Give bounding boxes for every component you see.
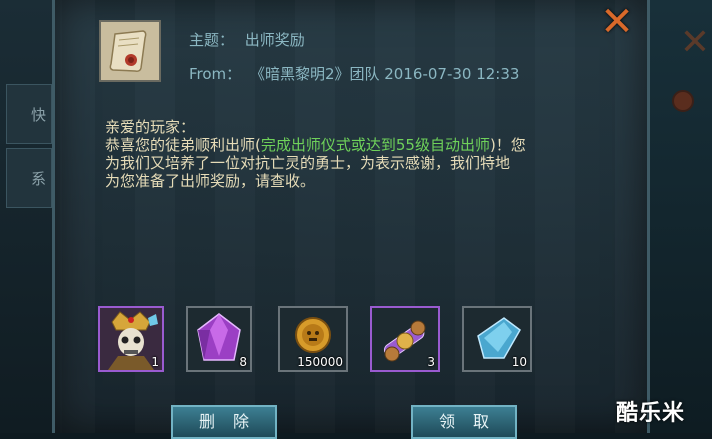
- from-value: 《暗黑黎明2》团队 2016-07-30 12:33: [249, 65, 520, 83]
- reward-item[interactable]: 8: [186, 306, 252, 372]
- mail-line-1-highlight: 完成出师仪式或达到55级自动出师: [260, 136, 490, 154]
- mail-body: 亲爱的玩家： 恭喜您的徒弟顺利出师(完成出师仪式或达到55级自动出师)！您 为我…: [105, 118, 625, 190]
- background-dot-icon: [672, 90, 694, 112]
- mail-line-1: 恭喜您的徒弟顺利出师(完成出师仪式或达到55级自动出师)！您: [105, 136, 625, 154]
- background-tab-label: 快: [31, 105, 47, 124]
- reward-count: 8: [239, 355, 247, 369]
- mail-line-2: 为我们又培养了一位对抗亡灵的勇士，为表示感谢，我们特地: [105, 154, 511, 172]
- background-close-icon: ✕: [679, 22, 710, 63]
- mail-subject: 主题： 出师奖励: [189, 29, 305, 50]
- mail-line-3: 为您准备了出师奖励，请查收。: [105, 172, 316, 190]
- mail-line-1-pre: 恭喜您的徒弟顺利出师(: [105, 136, 261, 154]
- parchment-icon: [109, 30, 147, 72]
- from-label: From：: [189, 65, 242, 83]
- mail-greeting: 亲爱的玩家：: [105, 118, 196, 136]
- reward-item[interactable]: 1: [98, 306, 164, 372]
- mail-dialog: ✕ 主题： 出师奖励 From： 《暗黑黎明2》团队 2016-07-30 12…: [52, 0, 650, 439]
- mail-line-1-post: )！您: [489, 136, 526, 154]
- close-icon[interactable]: ✕: [599, 2, 635, 42]
- background-tab-label: 系: [31, 169, 47, 188]
- reward-count: 10: [511, 355, 527, 369]
- subject-value: 出师奖励: [244, 31, 305, 49]
- background-right-panel: ✕: [642, 0, 712, 433]
- delete-button[interactable]: 删除: [171, 405, 277, 439]
- mail-from: From： 《暗黑黎明2》团队 2016-07-30 12:33: [189, 63, 519, 84]
- mail-scroll-icon: [99, 20, 161, 82]
- reward-item[interactable]: 150000: [278, 306, 348, 372]
- reward-count: 1: [151, 355, 159, 369]
- watermark-logo: 酷乐米: [616, 401, 686, 426]
- reward-count: 150000: [297, 355, 343, 369]
- reward-item[interactable]: 3: [370, 306, 440, 372]
- background-tab-system: 系: [6, 148, 52, 208]
- reward-count: 3: [427, 355, 435, 369]
- subject-label: 主题：: [189, 31, 235, 49]
- background-tab-quick: 快: [6, 84, 52, 144]
- reward-item[interactable]: 10: [462, 306, 532, 372]
- claim-button[interactable]: 领取: [411, 405, 517, 439]
